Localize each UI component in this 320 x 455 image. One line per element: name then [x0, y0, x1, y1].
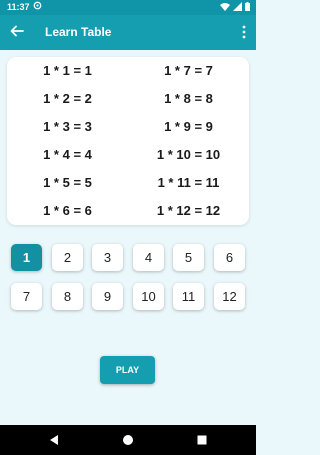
- sync-icon: [33, 1, 42, 10]
- equation-row: 1 * 2 = 2: [43, 91, 92, 106]
- number-button-7[interactable]: 7: [11, 283, 42, 310]
- wifi-icon: [220, 3, 230, 11]
- number-button-10[interactable]: 10: [133, 283, 164, 310]
- status-bar: 11:37: [0, 0, 256, 15]
- system-nav-bar: [0, 425, 256, 455]
- equation-row: 1 * 11 = 11: [157, 175, 220, 190]
- number-button-9[interactable]: 9: [92, 283, 123, 310]
- equation-row: 1 * 3 = 3: [43, 119, 92, 134]
- number-button-1[interactable]: 1: [11, 244, 42, 271]
- number-button-3[interactable]: 3: [92, 244, 123, 271]
- nav-recents-icon[interactable]: [196, 434, 208, 446]
- equation-row: 1 * 8 = 8: [164, 91, 213, 106]
- number-button-6[interactable]: 6: [214, 244, 245, 271]
- number-button-4[interactable]: 4: [133, 244, 164, 271]
- equation-row: 1 * 5 = 5: [43, 175, 92, 190]
- number-button-5[interactable]: 5: [173, 244, 204, 271]
- equation-row: 1 * 12 = 12: [156, 203, 221, 218]
- page-title: Learn Table: [45, 25, 112, 39]
- number-button-8[interactable]: 8: [52, 283, 83, 310]
- play-button[interactable]: PLAY: [100, 356, 155, 384]
- equation-row: 1 * 7 = 7: [164, 63, 213, 78]
- number-button-12[interactable]: 12: [214, 283, 245, 310]
- nav-back-icon[interactable]: [48, 434, 60, 446]
- number-button-11[interactable]: 11: [173, 283, 204, 310]
- nav-home-icon[interactable]: [122, 434, 134, 446]
- equation-row: 1 * 10 = 10: [156, 147, 221, 162]
- equation-row: 1 * 6 = 6: [43, 203, 92, 218]
- back-arrow-icon[interactable]: [9, 23, 25, 39]
- multiplication-table-card: 1 * 1 = 1 1 * 2 = 2 1 * 3 = 3 1 * 4 = 4 …: [7, 57, 249, 225]
- signal-icon: [233, 2, 242, 11]
- equation-row: 1 * 4 = 4: [43, 147, 92, 162]
- number-button-2[interactable]: 2: [52, 244, 83, 271]
- equation-row: 1 * 9 = 9: [164, 119, 213, 134]
- app-bar: Learn Table: [0, 15, 256, 50]
- battery-icon: [245, 2, 250, 11]
- more-vert-icon[interactable]: [241, 24, 247, 40]
- equation-row: 1 * 1 = 1: [43, 63, 92, 78]
- status-time: 11:37: [7, 2, 30, 12]
